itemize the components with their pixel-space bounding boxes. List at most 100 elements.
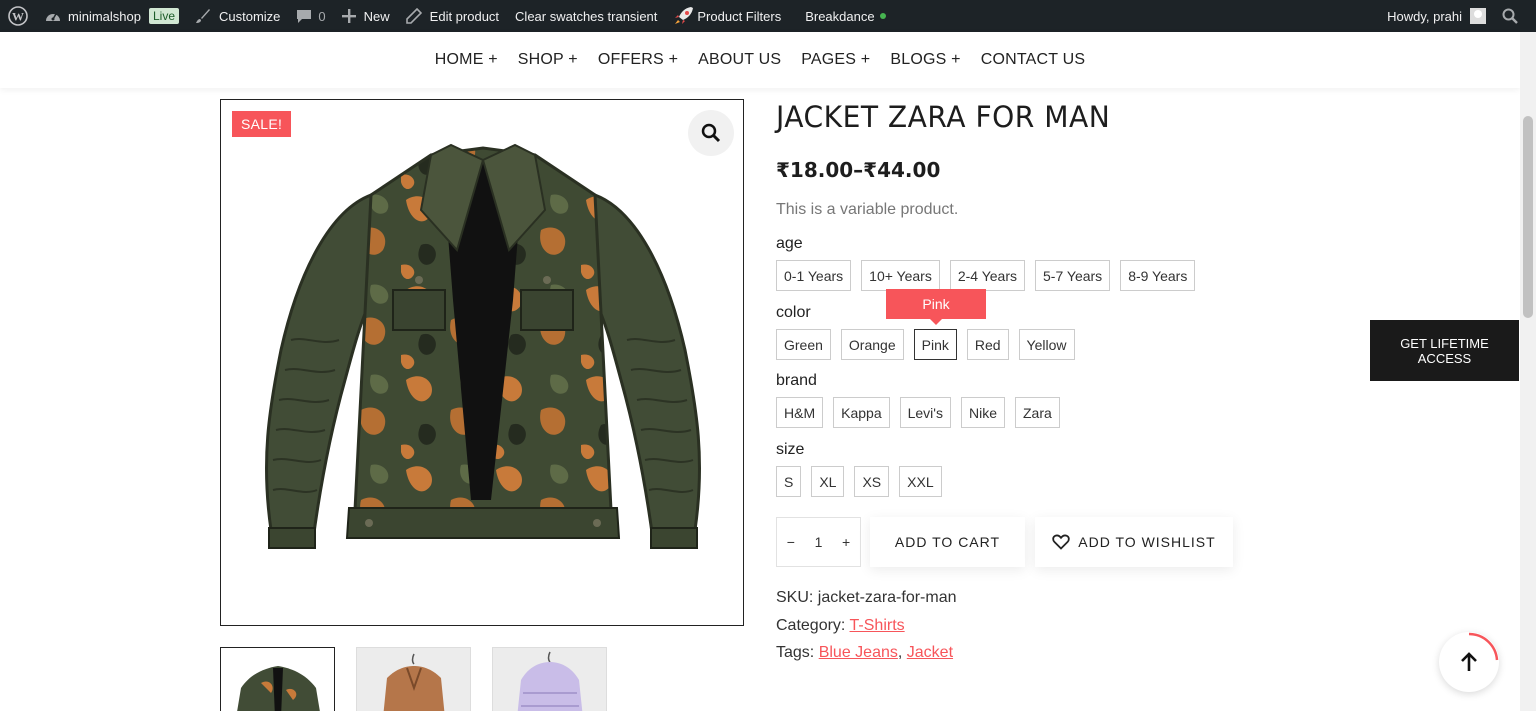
add-to-cart-button[interactable]: ADD TO CART [870, 517, 1025, 567]
product-main-image[interactable]: SALE! [220, 99, 744, 626]
swatch-color-yellow[interactable]: Yellow [1018, 329, 1075, 360]
wordpress-logo-icon[interactable]: W [0, 0, 36, 32]
howdy-label: Howdy, prahi [1387, 8, 1462, 24]
swatch-age-5-7[interactable]: 5-7 Years [1035, 260, 1111, 291]
edit-product-label: Edit product [429, 8, 500, 24]
nav-pages[interactable]: PAGES + [801, 51, 870, 69]
product-description: This is a variable product. [776, 201, 959, 218]
site-name: minimalshop [68, 8, 141, 24]
zoom-button[interactable] [688, 110, 734, 156]
product-thumbnails [220, 647, 607, 711]
product-sku: SKU: jacket-zara-for-man [776, 589, 957, 607]
admin-search-icon[interactable] [1494, 0, 1536, 32]
swatch-color-orange[interactable]: Orange [840, 329, 904, 360]
sku-value: jacket-zara-for-man [817, 589, 957, 606]
magnifier-icon [701, 123, 721, 143]
comments-link[interactable]: 0 [288, 0, 333, 32]
clear-swatches-label: Clear swatches transient [515, 8, 658, 24]
qty-decrease-button[interactable]: − [787, 534, 795, 550]
page-scrollbar[interactable] [1520, 32, 1536, 711]
tags-label: Tags: [776, 644, 815, 661]
tag-separator: , [897, 644, 903, 661]
site-name-link[interactable]: minimalshop Live [36, 0, 187, 32]
main-navigation: HOME + SHOP + OFFERS + ABOUT US PAGES + … [0, 32, 1520, 88]
attribute-label-brand: brand [776, 372, 817, 389]
nav-blogs[interactable]: BLOGS + [890, 51, 960, 69]
swatch-age-8-9[interactable]: 8-9 Years [1120, 260, 1196, 291]
swatch-group-color: Green Orange Pink Red Yellow [776, 329, 1075, 360]
admin-bar: W minimalshop Live Customize 0 New Edit … [0, 0, 1536, 32]
swatch-color-green[interactable]: Green [776, 329, 831, 360]
nav-shop[interactable]: SHOP + [518, 51, 578, 69]
swatch-brand-levis[interactable]: Levi's [899, 397, 951, 428]
plus-icon [341, 9, 356, 23]
swatch-size-xxl[interactable]: XXL [899, 466, 942, 497]
nav-contact-us[interactable]: CONTACT US [981, 51, 1086, 69]
comment-icon [296, 8, 312, 24]
sale-badge: SALE! [232, 111, 292, 137]
swatch-group-age: 0-1 Years 10+ Years 2-4 Years 5-7 Years … [776, 260, 1196, 291]
qty-increase-button[interactable]: + [842, 534, 850, 550]
tag-link-jacket[interactable]: Jacket [907, 644, 953, 661]
swatch-group-size: S XL XS XXL [776, 466, 942, 497]
swatch-age-0-1[interactable]: 0-1 Years [776, 260, 852, 291]
swatch-color-red[interactable]: Red [966, 329, 1009, 360]
product-filters-label: Product Filters [697, 8, 782, 24]
sku-label: SKU: [776, 589, 814, 606]
product-price: ₹18.00–₹44.00 [776, 158, 941, 182]
rocket-icon [673, 6, 695, 26]
nav-home[interactable]: HOME + [435, 51, 498, 69]
product-tags: Tags: Blue Jeans, Jacket [776, 644, 953, 662]
pencil-icon [405, 8, 422, 24]
swatch-age-10-plus[interactable]: 10+ Years [861, 260, 940, 291]
avatar [1470, 8, 1486, 24]
edit-product-link[interactable]: Edit product [398, 0, 507, 32]
jacket-image [265, 143, 701, 549]
svg-text:W: W [12, 10, 24, 24]
swatch-group-brand: H&M Kappa Levi's Nike Zara [776, 397, 1060, 428]
back-to-top-button[interactable] [1439, 632, 1499, 692]
category-link[interactable]: T-Shirts [850, 617, 905, 634]
swatch-brand-zara[interactable]: Zara [1014, 397, 1060, 428]
swatch-size-xl[interactable]: XL [811, 466, 845, 497]
swatch-age-2-4[interactable]: 2-4 Years [949, 260, 1026, 291]
category-label: Category: [776, 617, 846, 634]
nav-offers[interactable]: OFFERS + [598, 51, 678, 69]
thumbnail-brown-jacket[interactable] [356, 647, 471, 711]
status-dot-icon [879, 13, 886, 19]
get-lifetime-access-button[interactable]: GET LIFETIME ACCESS [1370, 320, 1519, 381]
swatch-brand-nike[interactable]: Nike [960, 397, 1005, 428]
clear-swatches-link[interactable]: Clear swatches transient [507, 0, 665, 32]
comments-count: 0 [318, 8, 326, 24]
product-title: JACKET ZARA FOR MAN [776, 100, 1111, 134]
quantity-stepper: − 1 + [776, 517, 861, 567]
swatch-brand-hm[interactable]: H&M [776, 397, 824, 428]
breakdance-link[interactable]: Breakdance [797, 0, 893, 32]
qty-input[interactable]: 1 [815, 534, 823, 550]
dashboard-icon [44, 9, 62, 23]
tag-link-blue-jeans[interactable]: Blue Jeans [819, 644, 898, 661]
heart-icon [1052, 534, 1070, 550]
add-to-wishlist-label: ADD TO WISHLIST [1078, 534, 1216, 550]
brush-icon [195, 8, 211, 24]
swatch-size-s[interactable]: S [776, 466, 802, 497]
account-menu[interactable]: Howdy, prahi [1379, 0, 1494, 32]
thumbnail-lavender-puffer[interactable] [492, 647, 607, 711]
thumbnail-camo-jacket[interactable] [220, 647, 335, 711]
product-filters-link[interactable]: Product Filters [665, 0, 789, 32]
scroll-progress-ring [1468, 632, 1499, 661]
attribute-label-size: size [776, 441, 805, 458]
breakdance-label: Breakdance [805, 8, 875, 24]
product-summary: JACKET ZARA FOR MAN ₹18.00–₹44.00 This i… [776, 100, 1336, 219]
new-link[interactable]: New [334, 0, 398, 32]
scrollbar-thumb[interactable] [1523, 116, 1533, 318]
swatch-color-pink[interactable]: Pink [913, 329, 957, 360]
attribute-label-color: color [776, 304, 811, 321]
add-to-wishlist-button[interactable]: ADD TO WISHLIST [1035, 517, 1233, 567]
swatch-size-xs[interactable]: XS [854, 466, 890, 497]
live-badge: Live [148, 8, 179, 24]
nav-about-us[interactable]: ABOUT US [698, 51, 781, 69]
customize-link[interactable]: Customize [187, 0, 288, 32]
swatch-brand-kappa[interactable]: Kappa [833, 397, 890, 428]
swatch-tooltip: Pink [886, 289, 986, 325]
